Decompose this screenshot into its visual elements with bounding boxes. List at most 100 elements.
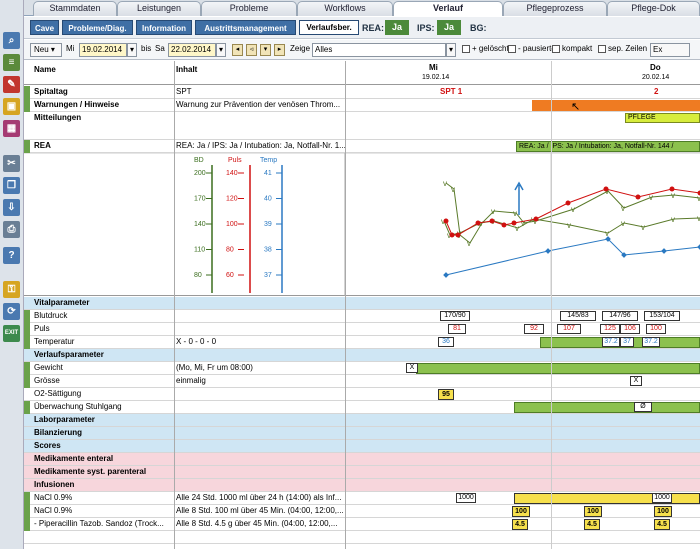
section-medikamente-enteral[interactable]: Medikamente enteral	[24, 453, 700, 466]
export-button[interactable]: Ex	[650, 43, 690, 57]
filter-chevron-icon[interactable]: ▾	[446, 43, 456, 57]
gewicht-range[interactable]	[416, 363, 700, 374]
row-o2[interactable]: O2-Sättigung 95	[24, 388, 700, 401]
exit-icon[interactable]: EXIT	[3, 325, 20, 342]
stuhlgang-range[interactable]	[514, 402, 700, 413]
tab-pflege-dok[interactable]: Pflege-Dok	[607, 1, 700, 16]
pausierte-checkbox[interactable]: - pausierte	[508, 43, 556, 57]
section-vitalparameter[interactable]: Vitalparameter	[24, 297, 700, 310]
infusion-bar[interactable]	[514, 493, 700, 504]
date-to-input[interactable]: 22.02.2014	[168, 43, 216, 57]
tab-workflows[interactable]: Workflows	[297, 1, 393, 16]
series-line	[445, 238, 700, 276]
puls-value[interactable]: 100	[646, 324, 666, 334]
tab-probleme[interactable]: Probleme	[201, 1, 297, 16]
sep-zeilen-checkbox[interactable]: sep. Zeilen	[598, 43, 647, 57]
row-rea[interactable]: REA REA: Ja / IPS: Ja / Intubation: Ja, …	[24, 140, 700, 153]
puls-value[interactable]: 125	[600, 324, 620, 334]
row-temperatur[interactable]: Temperatur X - 0 - 0 - 0 36 37.2 37 37.2	[24, 336, 700, 349]
section-scores[interactable]: Scores	[24, 440, 700, 453]
infusion-value[interactable]: 1000	[456, 493, 476, 503]
infusion-dose[interactable]: 100	[512, 506, 530, 517]
lock-icon[interactable]: ⚿	[3, 281, 20, 298]
verlaufsbericht-button[interactable]: Verlaufsber.	[299, 20, 359, 35]
groesse-mark[interactable]: X	[630, 376, 642, 386]
bp-value[interactable]: 147/96	[602, 311, 638, 321]
section-verlaufsparameter[interactable]: Verlaufsparameter	[24, 349, 700, 362]
tab-stammdaten[interactable]: Stammdaten	[33, 1, 117, 16]
pen-icon[interactable]: ✎	[3, 76, 20, 93]
date-to-calendar-icon[interactable]: ▾	[216, 43, 226, 57]
infusion-dose[interactable]: 4.5	[512, 519, 528, 530]
help-icon[interactable]: ?	[3, 247, 20, 264]
o2-value[interactable]: 95	[438, 389, 454, 400]
section-laborparameter[interactable]: Laborparameter	[24, 414, 700, 427]
refresh-icon[interactable]: ⟳	[3, 303, 20, 320]
download-icon[interactable]: ⇩	[3, 199, 20, 216]
probleme-diag-button[interactable]: Probleme/Diag.	[62, 20, 133, 35]
row-puls[interactable]: Puls 81 92 107 125 106 100	[24, 323, 700, 336]
temp-value[interactable]: 37.2	[642, 337, 660, 347]
box-icon[interactable]: ▣	[3, 98, 20, 115]
row-inhalt: Alle 8 Std. 100 ml über 45 Min. (04:00, …	[176, 506, 344, 515]
row-warnungen[interactable]: Warnungen / Hinweise Warnung zur Prävent…	[24, 99, 700, 113]
row-piperacillin[interactable]: - Piperacillin Tazob. Sandoz (Trock... A…	[24, 518, 700, 531]
section-bilanzierung[interactable]: Bilanzierung	[24, 427, 700, 440]
austrittsmanagement-button[interactable]: Austrittsmanagement	[195, 20, 296, 35]
filter-select[interactable]: Alles	[312, 43, 446, 57]
puls-value[interactable]: 106	[620, 324, 640, 334]
warning-bar[interactable]	[532, 100, 700, 111]
temp-value[interactable]: 36	[438, 337, 454, 347]
infusion-dose[interactable]: 4.5	[584, 519, 600, 530]
tab-verlauf[interactable]: Verlauf	[393, 1, 503, 16]
scissors-icon[interactable]: ✂	[3, 155, 20, 172]
tab-pflegeprozess[interactable]: Pflegeprozess	[503, 1, 607, 16]
temp-value[interactable]: 37.2	[602, 337, 620, 347]
kompakt-checkbox[interactable]: kompakt	[552, 43, 592, 57]
search-icon[interactable]: ⌕	[3, 32, 20, 49]
row-gewicht[interactable]: Gewicht (Mo, Mi, Fr um 08:00) X	[24, 362, 700, 375]
stuhlgang-mark[interactable]: Ø	[634, 402, 652, 412]
date-from-calendar-icon[interactable]: ▾	[127, 43, 137, 57]
row-groesse[interactable]: Grösse einmalig X	[24, 375, 700, 388]
data-point: v	[467, 239, 471, 248]
nav-next-icon[interactable]: ▸	[274, 44, 285, 56]
puls-value[interactable]: 81	[448, 324, 466, 334]
pflege-tag[interactable]: PFLEGE	[625, 113, 700, 123]
row-nacl-2[interactable]: NaCl 0.9% Alle 8 Std. 100 ml über 45 Min…	[24, 505, 700, 518]
date-from-input[interactable]: 19.02.2014	[79, 43, 127, 57]
data-point	[449, 232, 455, 238]
gewicht-mark[interactable]: X	[406, 363, 418, 373]
row-spitaltag[interactable]: Spitaltag SPT SPT 1 2	[24, 86, 700, 99]
information-button[interactable]: Information	[136, 20, 192, 35]
puls-value[interactable]: 107	[557, 324, 581, 334]
rea-bar[interactable]: REA: Ja / IPS: Ja / Intubation: Ja, Notf…	[516, 141, 700, 152]
temp-value[interactable]: 37	[620, 337, 634, 347]
puls-value[interactable]: 92	[524, 324, 544, 334]
nav-first-icon[interactable]: ◂	[232, 44, 243, 56]
neu-dropdown[interactable]: Neu ▾	[30, 43, 62, 57]
geloeschte-checkbox[interactable]: + gelöschte	[462, 43, 513, 57]
section-medikamente-parenteral[interactable]: Medikamente syst. parenteral	[24, 466, 700, 479]
bp-value[interactable]: 170/90	[440, 311, 470, 321]
copy-icon[interactable]: ❐	[3, 177, 20, 194]
bp-value[interactable]: 145/83	[560, 311, 596, 321]
infusion-dose[interactable]: 4.5	[654, 519, 670, 530]
nav-down-icon[interactable]: ▾	[260, 44, 271, 56]
row-nacl-1[interactable]: NaCl 0.9% Alle 24 Std. 1000 ml über 24 h…	[24, 492, 700, 505]
calendar-icon[interactable]: ▦	[3, 120, 20, 137]
chart-icon[interactable]: ≡	[3, 54, 20, 71]
bg-label: BG:	[470, 23, 487, 33]
bp-value[interactable]: 153/104	[644, 311, 680, 321]
row-stuhlgang[interactable]: Überwachung Stuhlgang Ø	[24, 401, 700, 414]
row-blutdruck[interactable]: Blutdruck 170/90 145/83 147/96 153/104	[24, 310, 700, 323]
infusion-dose[interactable]: 100	[584, 506, 602, 517]
row-mitteilungen[interactable]: Mitteilungen PFLEGE	[24, 112, 700, 140]
tab-leistungen[interactable]: Leistungen	[117, 1, 201, 16]
infusion-value[interactable]: 1000	[652, 493, 672, 503]
cave-button[interactable]: Cave	[30, 20, 59, 35]
nav-prev-icon[interactable]: ◃	[246, 44, 257, 56]
section-infusionen[interactable]: Infusionen	[24, 479, 700, 492]
print-icon[interactable]: ⎙	[3, 221, 20, 238]
infusion-dose[interactable]: 100	[654, 506, 672, 517]
